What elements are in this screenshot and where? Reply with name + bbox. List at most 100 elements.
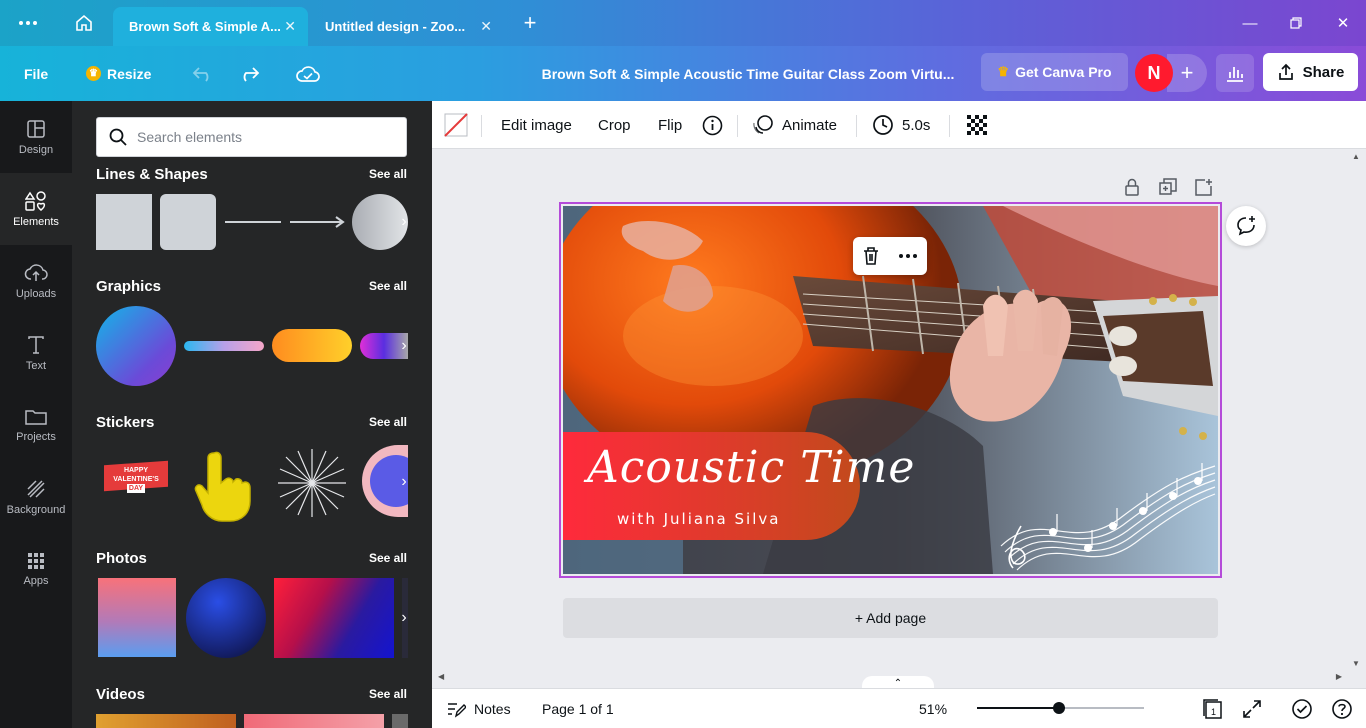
rail-item-apps[interactable]: Apps xyxy=(0,533,72,605)
tab-active-design[interactable]: Brown Soft & Simple A... ✕ xyxy=(113,7,308,46)
rounded-square-shape[interactable] xyxy=(160,194,216,250)
abstract-photo[interactable] xyxy=(274,578,394,658)
trash-icon[interactable] xyxy=(862,246,880,266)
crop-button[interactable]: Crop xyxy=(598,101,631,149)
design-subtitle[interactable]: with Juliana Silva xyxy=(617,510,780,528)
fullscreen-button[interactable] xyxy=(1242,689,1262,728)
browser-tab-strip: Brown Soft & Simple A... ✕ Untitled desi… xyxy=(0,0,1366,46)
chevron-right-icon[interactable]: › xyxy=(394,202,414,242)
page-grid-view-button[interactable]: 1 xyxy=(1202,689,1224,728)
avatar[interactable]: N xyxy=(1135,54,1173,92)
arrow-line-shape[interactable] xyxy=(288,213,346,231)
toolbar-divider xyxy=(737,115,738,137)
video-thumbnail[interactable] xyxy=(96,714,236,728)
rail-item-elements[interactable]: Elements xyxy=(0,173,72,245)
orange-pill-graphic[interactable] xyxy=(272,329,352,362)
pointing-hand-sticker[interactable] xyxy=(192,449,258,523)
rail-item-text[interactable]: Text xyxy=(0,317,72,389)
new-tab-icon[interactable]: + xyxy=(512,0,548,46)
see-all-stickers-link[interactable]: See all xyxy=(369,415,407,429)
see-all-graphics-link[interactable]: See all xyxy=(369,279,407,293)
edit-image-button[interactable]: Edit image xyxy=(501,101,572,149)
square-shape[interactable] xyxy=(96,194,152,250)
check-button[interactable] xyxy=(1291,689,1313,728)
crown-icon: ♛ xyxy=(86,66,101,81)
chevron-right-icon[interactable]: › xyxy=(394,598,414,638)
tab-close-icon[interactable]: ✕ xyxy=(284,18,296,35)
resize-button[interactable]: ♛ Resize xyxy=(86,46,151,101)
music-staff-graphic[interactable] xyxy=(993,456,1218,574)
clock-icon xyxy=(873,115,893,135)
tab-close-icon[interactable]: ✕ xyxy=(480,18,492,35)
rail-item-background[interactable]: Background xyxy=(0,461,72,533)
line-shape[interactable] xyxy=(225,221,281,223)
gradient-bar-graphic[interactable] xyxy=(184,341,264,351)
get-canva-pro-button[interactable]: ♛ Get Canva Pro xyxy=(981,53,1128,91)
add-page-icon[interactable] xyxy=(1195,178,1213,196)
add-collaborator-button[interactable]: + xyxy=(1167,54,1207,92)
share-label: Share xyxy=(1302,63,1345,81)
title-banner[interactable]: Acoustic Time with Juliana Silva xyxy=(563,432,914,540)
browser-menu-icon[interactable] xyxy=(8,0,48,46)
layout-icon xyxy=(27,119,45,138)
chevron-right-icon[interactable]: › xyxy=(394,326,414,366)
resize-label: Resize xyxy=(107,65,152,82)
expand-icon xyxy=(1243,700,1261,718)
starburst-sticker[interactable] xyxy=(272,443,352,523)
rail-label: Background xyxy=(6,503,66,516)
lock-icon[interactable] xyxy=(1123,178,1141,196)
no-fill-icon xyxy=(444,113,468,137)
section-title-photos: Photos xyxy=(96,550,147,567)
animate-button[interactable]: Animate xyxy=(752,101,837,149)
minimize-icon[interactable]: — xyxy=(1227,0,1273,46)
page-count-badge: 1 xyxy=(1211,707,1216,717)
side-navigation: Design Elements Uploads Text Projects Ba… xyxy=(0,101,72,728)
gradient-circle-graphic[interactable] xyxy=(96,306,176,386)
rail-item-design[interactable]: Design xyxy=(0,101,72,173)
rail-label: Text xyxy=(25,359,47,372)
file-menu-button[interactable]: File xyxy=(24,46,48,101)
add-comment-button[interactable] xyxy=(1226,206,1266,246)
search-box[interactable] xyxy=(96,117,407,157)
zoom-slider-handle[interactable] xyxy=(1052,702,1065,714)
valentines-sticker[interactable]: HAPPY VALENTINE'S DAY xyxy=(100,453,172,505)
see-all-photos-link[interactable]: See all xyxy=(369,551,407,565)
window-close-icon[interactable]: ✕ xyxy=(1320,0,1366,46)
transparency-swatch[interactable] xyxy=(444,101,468,149)
restore-icon[interactable] xyxy=(1273,0,1319,46)
redo-icon[interactable] xyxy=(238,46,260,101)
video-thumbnail[interactable] xyxy=(244,714,384,728)
flip-button[interactable]: Flip xyxy=(658,101,682,149)
design-title[interactable]: Acoustic Time xyxy=(587,442,914,493)
see-all-videos-link[interactable]: See all xyxy=(369,687,407,701)
notes-button[interactable]: Notes xyxy=(446,689,511,728)
chevron-right-icon[interactable]: › xyxy=(394,462,414,502)
rail-item-projects[interactable]: Projects xyxy=(0,389,72,461)
duplicate-page-icon[interactable] xyxy=(1159,178,1177,196)
tab-untitled-design[interactable]: Untitled design - Zoo... ✕ xyxy=(309,7,504,46)
folder-icon xyxy=(25,409,47,425)
vertical-scrollbar[interactable]: ▲ ▼ xyxy=(1348,150,1366,670)
video-thumbnail[interactable] xyxy=(392,714,408,728)
zoom-level[interactable]: 51% xyxy=(919,689,947,728)
insights-button[interactable] xyxy=(1216,54,1254,92)
help-button[interactable] xyxy=(1331,689,1353,728)
page-indicator[interactable]: Page 1 of 1 xyxy=(542,689,614,728)
document-title[interactable]: Brown Soft & Simple Acoustic Time Guitar… xyxy=(520,46,976,101)
sphere-photo[interactable] xyxy=(186,578,266,658)
duration-button[interactable]: 5.0s xyxy=(872,101,930,149)
see-all-lines-link[interactable]: See all xyxy=(369,167,407,181)
cloud-save-icon[interactable] xyxy=(296,46,320,101)
share-icon xyxy=(1278,63,1293,80)
home-icon[interactable] xyxy=(64,0,104,46)
info-icon[interactable] xyxy=(702,101,723,149)
more-options-icon[interactable] xyxy=(898,254,918,258)
gradient-photo[interactable] xyxy=(98,578,176,657)
search-input[interactable] xyxy=(137,129,387,145)
transparency-checker-icon[interactable] xyxy=(966,101,988,149)
rail-item-uploads[interactable]: Uploads xyxy=(0,245,72,317)
add-page-button[interactable]: + Add page xyxy=(563,598,1218,638)
share-button[interactable]: Share xyxy=(1263,53,1358,91)
undo-icon[interactable] xyxy=(192,46,214,101)
comment-add-icon xyxy=(1237,216,1255,236)
